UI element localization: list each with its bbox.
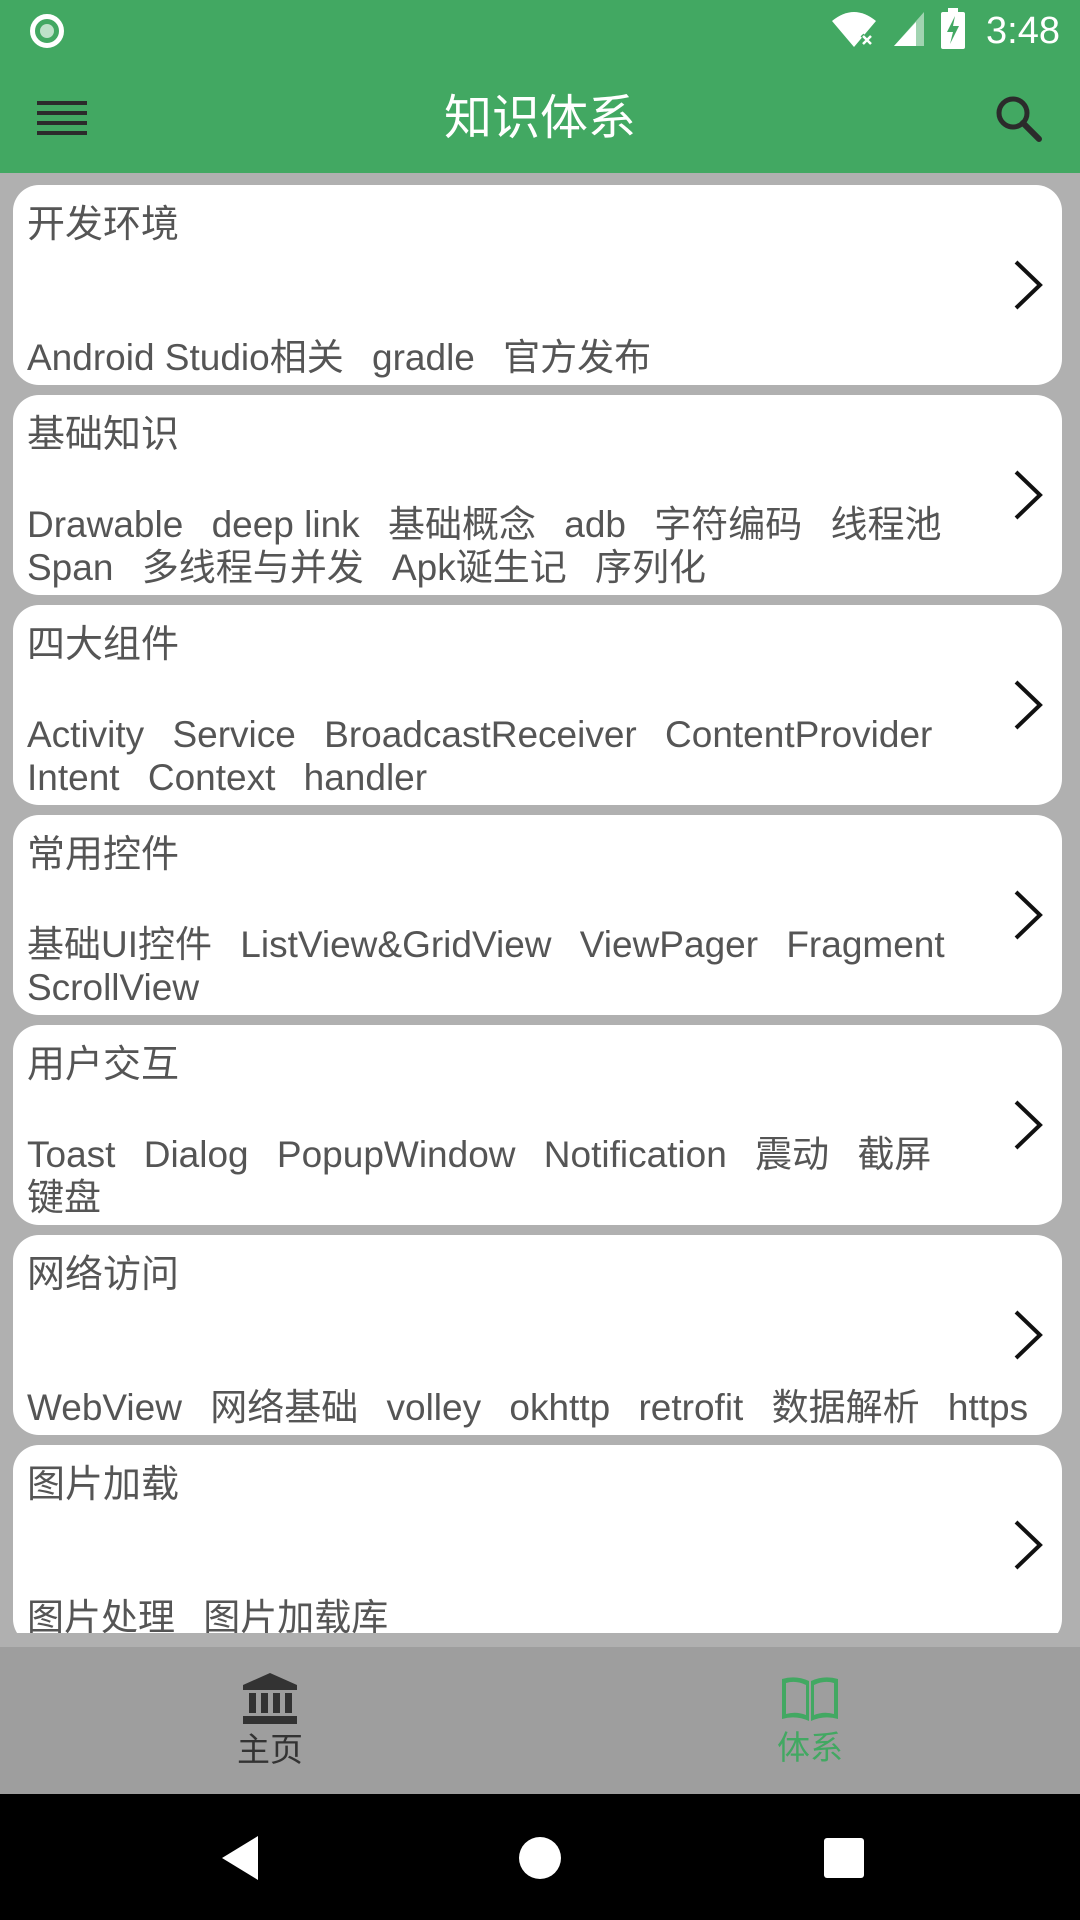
category-tag: https <box>947 1387 1029 1428</box>
category-tag: Service <box>172 714 296 755</box>
battery-charging-icon <box>940 8 966 54</box>
category-card[interactable]: 开发环境 Android Studio相关 gradle 官方发布 <box>13 185 1062 385</box>
nav-item-home[interactable]: 主页 <box>0 1647 540 1794</box>
category-tag: ContentProvider <box>665 714 933 755</box>
category-tag: Span <box>27 547 114 588</box>
category-title: 四大组件 <box>27 622 180 666</box>
category-tag: 震动 <box>755 1134 830 1175</box>
category-tag: ListView&GridView <box>240 924 552 965</box>
category-tag: Toast <box>27 1134 116 1175</box>
nav-label-system: 体系 <box>777 1727 843 1767</box>
recents-icon <box>824 1838 864 1878</box>
category-tag: volley <box>386 1387 482 1428</box>
back-button[interactable] <box>214 1832 266 1884</box>
book-icon <box>782 1676 838 1721</box>
category-tag: Intent <box>27 757 120 798</box>
category-title: 常用控件 <box>27 832 180 876</box>
category-tag: Fragment <box>786 924 945 965</box>
category-tag: Context <box>147 757 276 798</box>
category-tag: Apk诞生记 <box>391 547 567 588</box>
home-button[interactable] <box>514 1832 566 1884</box>
category-tag: handler <box>303 757 428 798</box>
recents-button[interactable] <box>818 1832 870 1884</box>
category-tag: gradle <box>372 337 475 378</box>
category-tags: 基础UI控件 ListView&GridView ViewPager Fragm… <box>27 923 1048 1009</box>
category-card[interactable]: 用户交互 Toast Dialog PopupWindow Notificatio… <box>13 1025 1062 1225</box>
chevron-right-icon[interactable] <box>1008 670 1048 740</box>
nav-label-home: 主页 <box>237 1729 303 1769</box>
category-title: 图片加载 <box>27 1462 180 1506</box>
category-tag: retrofit <box>638 1387 744 1428</box>
chevron-right-icon[interactable] <box>1008 460 1048 530</box>
category-card[interactable]: 四大组件 Activity Service BroadcastReceiver C… <box>13 605 1062 805</box>
category-tag: BroadcastReceiver <box>324 714 637 755</box>
screen: 3:48 知识体系 开发环境 Android Studio相关 gradle 官方… <box>0 0 1080 1920</box>
category-title: 基础知识 <box>27 412 180 456</box>
status-bar: 3:48 <box>0 0 1080 63</box>
category-list[interactable]: 开发环境 Android Studio相关 gradle 官方发布 基础知识 Dra… <box>13 185 1062 1633</box>
category-tag: 键盘 <box>27 1177 101 1218</box>
category-tag: deep link <box>211 504 360 545</box>
chevron-right-icon[interactable] <box>1008 1090 1048 1160</box>
nav-item-system[interactable]: 体系 <box>540 1647 1080 1794</box>
page-title: 知识体系 <box>443 90 636 146</box>
category-tag: Activity <box>27 714 145 755</box>
bottom-nav: 主页 体系 <box>0 1647 1080 1794</box>
category-tag: Android Studio相关 <box>27 337 344 378</box>
category-tag: 数据解析 <box>771 1387 920 1428</box>
category-tag: ViewPager <box>579 924 759 965</box>
category-title: 用户交互 <box>27 1042 180 1086</box>
category-tag: 基础概念 <box>387 504 536 545</box>
category-tag: adb <box>564 504 626 545</box>
back-icon <box>222 1836 258 1880</box>
bank-icon <box>243 1672 297 1724</box>
category-tags: 图片处理 图片加载库 <box>27 1596 1048 1633</box>
category-tags: Android Studio相关 gradle 官方发布 <box>27 336 1048 379</box>
category-tag: PopupWindow <box>276 1134 516 1175</box>
chevron-right-icon[interactable] <box>1008 880 1048 950</box>
category-card[interactable]: 网络访问 WebView 网络基础 volley okhttp retrofit … <box>13 1235 1062 1435</box>
system-nav-bar <box>0 1794 1080 1920</box>
category-tags: Activity Service BroadcastReceiver Conte… <box>27 713 1048 799</box>
category-title: 开发环境 <box>27 202 180 246</box>
category-tag: 序列化 <box>595 547 707 588</box>
category-tags: Toast Dialog PopupWindow Notification 震动… <box>27 1133 1048 1219</box>
category-tag: Dialog <box>143 1134 249 1175</box>
category-tag: 截屏 <box>857 1134 932 1175</box>
category-tag: ScrollView <box>27 967 200 1008</box>
category-tag: okhttp <box>509 1387 611 1428</box>
signal-icon <box>892 10 926 52</box>
home-circle-icon <box>519 1837 561 1879</box>
category-tag: 基础UI控件 <box>27 924 212 965</box>
menu-button[interactable] <box>26 85 98 151</box>
wifi-icon <box>830 9 878 53</box>
category-tag: 网络基础 <box>210 1387 359 1428</box>
category-card[interactable]: 图片加载图片处理 图片加载库 <box>13 1445 1062 1633</box>
menu-icon <box>37 101 87 135</box>
category-title: 网络访问 <box>27 1252 180 1296</box>
category-tag: 字符编码 <box>654 504 803 545</box>
category-tag: 图片处理 <box>27 1597 175 1633</box>
category-tag: 图片加载库 <box>203 1597 389 1633</box>
search-icon <box>996 96 1042 142</box>
category-tags: WebView 网络基础 volley okhttp retrofit 数据解析… <box>27 1386 1048 1429</box>
search-button[interactable] <box>982 85 1054 151</box>
category-tag: 多线程与并发 <box>141 547 364 588</box>
category-tag: Drawable <box>27 504 184 545</box>
category-tag: 官方发布 <box>503 337 652 378</box>
chevron-right-icon[interactable] <box>1008 1510 1048 1580</box>
category-tags: Drawable deep link 基础概念 adb 字符编码 线程池 Spa… <box>27 503 1048 589</box>
notification-dot-icon <box>30 14 64 48</box>
category-card[interactable]: 基础知识 Drawable deep link 基础概念 adb 字符编码 线程池… <box>13 395 1062 595</box>
chevron-right-icon[interactable] <box>1008 1300 1048 1370</box>
category-card[interactable]: 常用控件基础UI控件 ListView&GridView ViewPager F… <box>13 815 1062 1015</box>
app-bar: 知识体系 <box>0 63 1080 173</box>
category-tag: Notification <box>543 1134 727 1175</box>
status-time: 3:48 <box>986 9 1060 52</box>
category-tag: WebView <box>27 1387 182 1428</box>
chevron-right-icon[interactable] <box>1008 250 1048 320</box>
status-icons: 3:48 <box>830 6 1060 56</box>
category-tag: 线程池 <box>830 504 942 545</box>
